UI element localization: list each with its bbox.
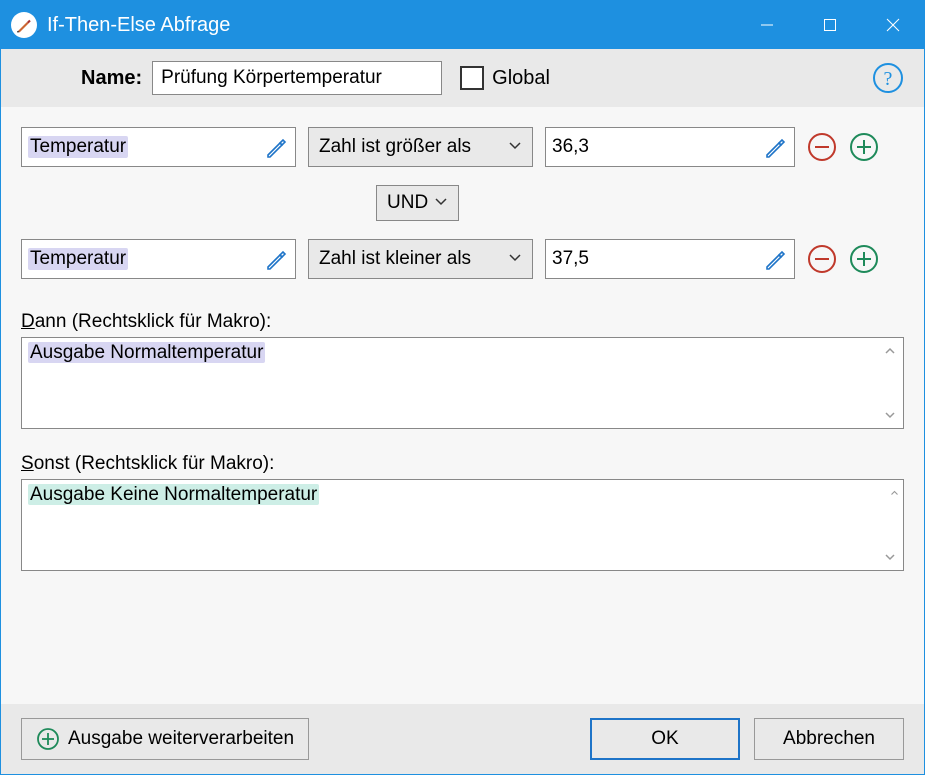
variable-name: Temperatur xyxy=(28,248,128,270)
edit-icon[interactable] xyxy=(764,247,788,271)
help-button[interactable]: ? xyxy=(872,62,904,94)
ok-button[interactable]: OK xyxy=(590,718,740,760)
sonst-macro: Ausgabe Keine Normaltemperatur xyxy=(28,484,319,505)
add-condition-button[interactable] xyxy=(849,132,879,162)
edit-icon[interactable] xyxy=(265,135,289,159)
header-row: Name: Global ? xyxy=(1,49,924,107)
operator-select[interactable]: Zahl ist kleiner als xyxy=(308,239,533,279)
process-output-label: Ausgabe weiterverarbeiten xyxy=(68,728,294,750)
dann-textbox[interactable]: Ausgabe Normaltemperatur xyxy=(21,337,904,429)
name-label: Name: xyxy=(81,67,142,90)
join-row: UND xyxy=(21,175,904,239)
value-field[interactable]: 36,3 xyxy=(545,127,795,167)
name-input[interactable] xyxy=(152,61,442,95)
value-text: 37,5 xyxy=(552,248,589,270)
window-close-button[interactable] xyxy=(861,1,924,49)
variable-field[interactable]: Temperatur xyxy=(21,239,296,279)
dialog-window: If-Then-Else Abfrage Name: Global ? Temp… xyxy=(0,0,925,775)
footer: Ausgabe weiterverarbeiten OK Abbrechen xyxy=(1,704,924,774)
condition-row: Temperatur Zahl ist kleiner als 37,5 xyxy=(21,239,904,279)
plus-icon xyxy=(36,727,60,751)
value-text: 36,3 xyxy=(552,136,589,158)
condition-row: Temperatur Zahl ist größer als 36,3 xyxy=(21,127,904,167)
operator-select[interactable]: Zahl ist größer als xyxy=(308,127,533,167)
chevron-down-icon xyxy=(508,248,522,270)
window-minimize-button[interactable] xyxy=(735,1,798,49)
variable-field[interactable]: Temperatur xyxy=(21,127,296,167)
join-operator-label: UND xyxy=(387,192,428,214)
window-title: If-Then-Else Abfrage xyxy=(47,14,230,37)
join-operator-select[interactable]: UND xyxy=(376,185,459,221)
svg-text:?: ? xyxy=(884,68,893,90)
chevron-down-icon xyxy=(508,136,522,158)
operator-label: Zahl ist größer als xyxy=(319,136,471,158)
operator-label: Zahl ist kleiner als xyxy=(319,248,471,270)
scroll-up-icon[interactable] xyxy=(881,484,899,502)
dann-macro: Ausgabe Normaltemperatur xyxy=(28,342,265,363)
app-icon xyxy=(11,12,37,38)
cancel-button[interactable]: Abbrechen xyxy=(754,718,904,760)
global-checkbox[interactable] xyxy=(460,66,484,90)
scroll-down-icon[interactable] xyxy=(881,406,899,424)
titlebar: If-Then-Else Abfrage xyxy=(1,1,924,49)
remove-condition-button[interactable] xyxy=(807,244,837,274)
sonst-textbox[interactable]: Ausgabe Keine Normaltemperatur xyxy=(21,479,904,571)
global-label: Global xyxy=(492,67,550,90)
remove-condition-button[interactable] xyxy=(807,132,837,162)
value-field[interactable]: 37,5 xyxy=(545,239,795,279)
variable-name: Temperatur xyxy=(28,136,128,158)
edit-icon[interactable] xyxy=(764,135,788,159)
chevron-down-icon xyxy=(434,192,448,214)
edit-icon[interactable] xyxy=(265,247,289,271)
content-area: Temperatur Zahl ist größer als 36,3 xyxy=(1,107,924,704)
scroll-up-icon[interactable] xyxy=(881,342,899,360)
sonst-label: Sonst (Rechtsklick für Makro): xyxy=(21,453,904,475)
process-output-button[interactable]: Ausgabe weiterverarbeiten xyxy=(21,718,309,760)
scroll-down-icon[interactable] xyxy=(881,548,899,566)
add-condition-button[interactable] xyxy=(849,244,879,274)
dann-label: Dann (Rechtsklick für Makro): xyxy=(21,311,904,333)
window-maximize-button[interactable] xyxy=(798,1,861,49)
